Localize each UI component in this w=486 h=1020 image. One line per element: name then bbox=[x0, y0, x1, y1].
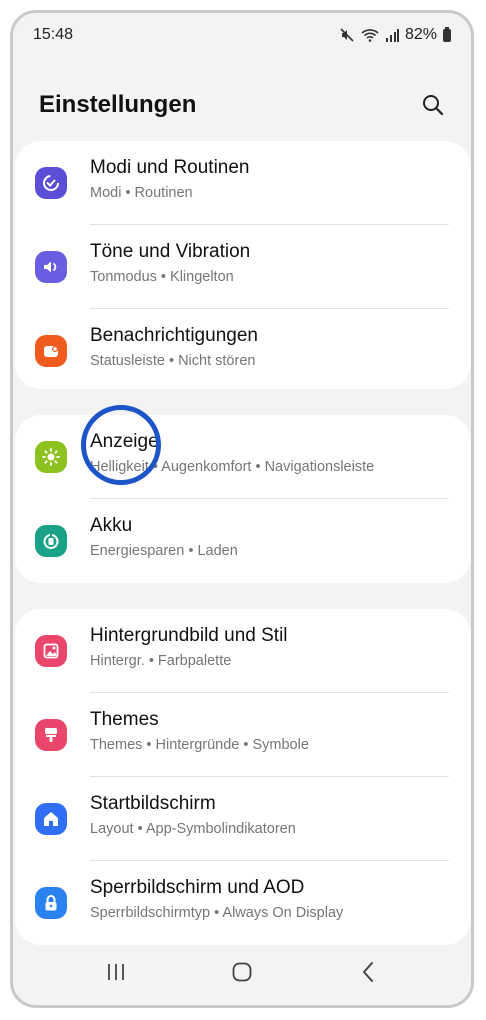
setting-subtitle: Tonmodus • Klingelton bbox=[90, 269, 234, 285]
battery-status-icon bbox=[443, 26, 451, 42]
setting-home-screen[interactable]: Startbildschirm Layout • App-Symbolindik… bbox=[15, 777, 471, 861]
lock-screen-icon bbox=[35, 887, 67, 919]
themes-icon bbox=[35, 719, 67, 751]
setting-title: Anzeige bbox=[90, 431, 159, 452]
phone-frame: 15:48 82% Einstellungen Modi und Routine… bbox=[10, 10, 474, 1008]
modes-icon bbox=[35, 167, 67, 199]
home-button[interactable] bbox=[222, 952, 262, 992]
setting-title: Hintergrundbild und Stil bbox=[90, 625, 288, 646]
recent-apps-button[interactable] bbox=[96, 952, 136, 992]
setting-title: Modi und Routinen bbox=[90, 157, 250, 178]
setting-lock-screen-aod[interactable]: Sperrbildschirm und AOD Sperrbildschirmt… bbox=[15, 861, 471, 945]
display-icon bbox=[35, 441, 67, 473]
setting-themes[interactable]: Themes Themes • Hintergründe • Symbole bbox=[15, 693, 471, 777]
home-icon bbox=[232, 962, 252, 982]
setting-subtitle: Modi • Routinen bbox=[90, 185, 193, 201]
setting-notifications[interactable]: Benachrichtigungen Statusleiste • Nicht … bbox=[15, 309, 471, 393]
status-time: 15:48 bbox=[33, 26, 74, 43]
status-icons: 82% bbox=[339, 26, 451, 44]
home-screen-icon bbox=[35, 803, 67, 835]
settings-group-1: Modi und Routinen Modi • Routinen Töne u… bbox=[15, 141, 471, 389]
recent-apps-icon bbox=[108, 964, 124, 980]
setting-title: Töne und Vibration bbox=[90, 241, 251, 262]
header: Einstellungen bbox=[13, 83, 471, 127]
setting-sound-vibration[interactable]: Töne und Vibration Tonmodus • Klingelton bbox=[15, 225, 471, 309]
setting-subtitle: Statusleiste • Nicht stören bbox=[90, 353, 256, 369]
setting-subtitle: Hintergr. • Farbpalette bbox=[90, 653, 232, 669]
setting-subtitle: Energiesparen • Laden bbox=[90, 543, 238, 559]
setting-subtitle: Sperrbildschirmtyp • Always On Display bbox=[90, 905, 344, 921]
back-button[interactable] bbox=[348, 952, 388, 992]
setting-title: Startbildschirm bbox=[90, 793, 216, 814]
setting-display[interactable]: Anzeige Helligkeit • Augenkomfort • Navi… bbox=[15, 415, 471, 499]
settings-group-2: Anzeige Helligkeit • Augenkomfort • Navi… bbox=[15, 415, 471, 583]
setting-title: Benachrichtigungen bbox=[90, 325, 258, 346]
battery-icon bbox=[35, 525, 67, 557]
navigation-bar bbox=[13, 939, 471, 1005]
wifi-icon bbox=[361, 28, 379, 42]
setting-subtitle: Helligkeit • Augenkomfort • Navigationsl… bbox=[90, 459, 375, 475]
setting-battery[interactable]: Akku Energiesparen • Laden bbox=[15, 499, 471, 583]
setting-wallpaper-style[interactable]: Hintergrundbild und Stil Hintergr. • Far… bbox=[15, 609, 471, 693]
search-button[interactable] bbox=[417, 89, 449, 121]
signal-icon bbox=[385, 28, 399, 42]
status-bar: 15:48 82% bbox=[13, 13, 471, 57]
setting-title: Akku bbox=[90, 515, 133, 536]
setting-subtitle: Themes • Hintergründe • Symbole bbox=[90, 737, 309, 753]
setting-title: Sperrbildschirm und AOD bbox=[90, 877, 305, 898]
page-title: Einstellungen bbox=[39, 91, 197, 118]
search-icon bbox=[423, 95, 444, 116]
notification-icon bbox=[35, 335, 67, 367]
back-icon bbox=[363, 962, 373, 982]
setting-modes-routines[interactable]: Modi und Routinen Modi • Routinen bbox=[15, 141, 471, 225]
wallpaper-icon bbox=[35, 635, 67, 667]
setting-subtitle: Layout • App-Symbolindikatoren bbox=[90, 821, 296, 837]
battery-percent: 82% bbox=[404, 26, 437, 43]
settings-group-3: Hintergrundbild und Stil Hintergr. • Far… bbox=[15, 609, 471, 945]
sound-icon bbox=[35, 251, 67, 283]
mute-icon bbox=[339, 27, 355, 43]
setting-title: Themes bbox=[90, 709, 159, 730]
